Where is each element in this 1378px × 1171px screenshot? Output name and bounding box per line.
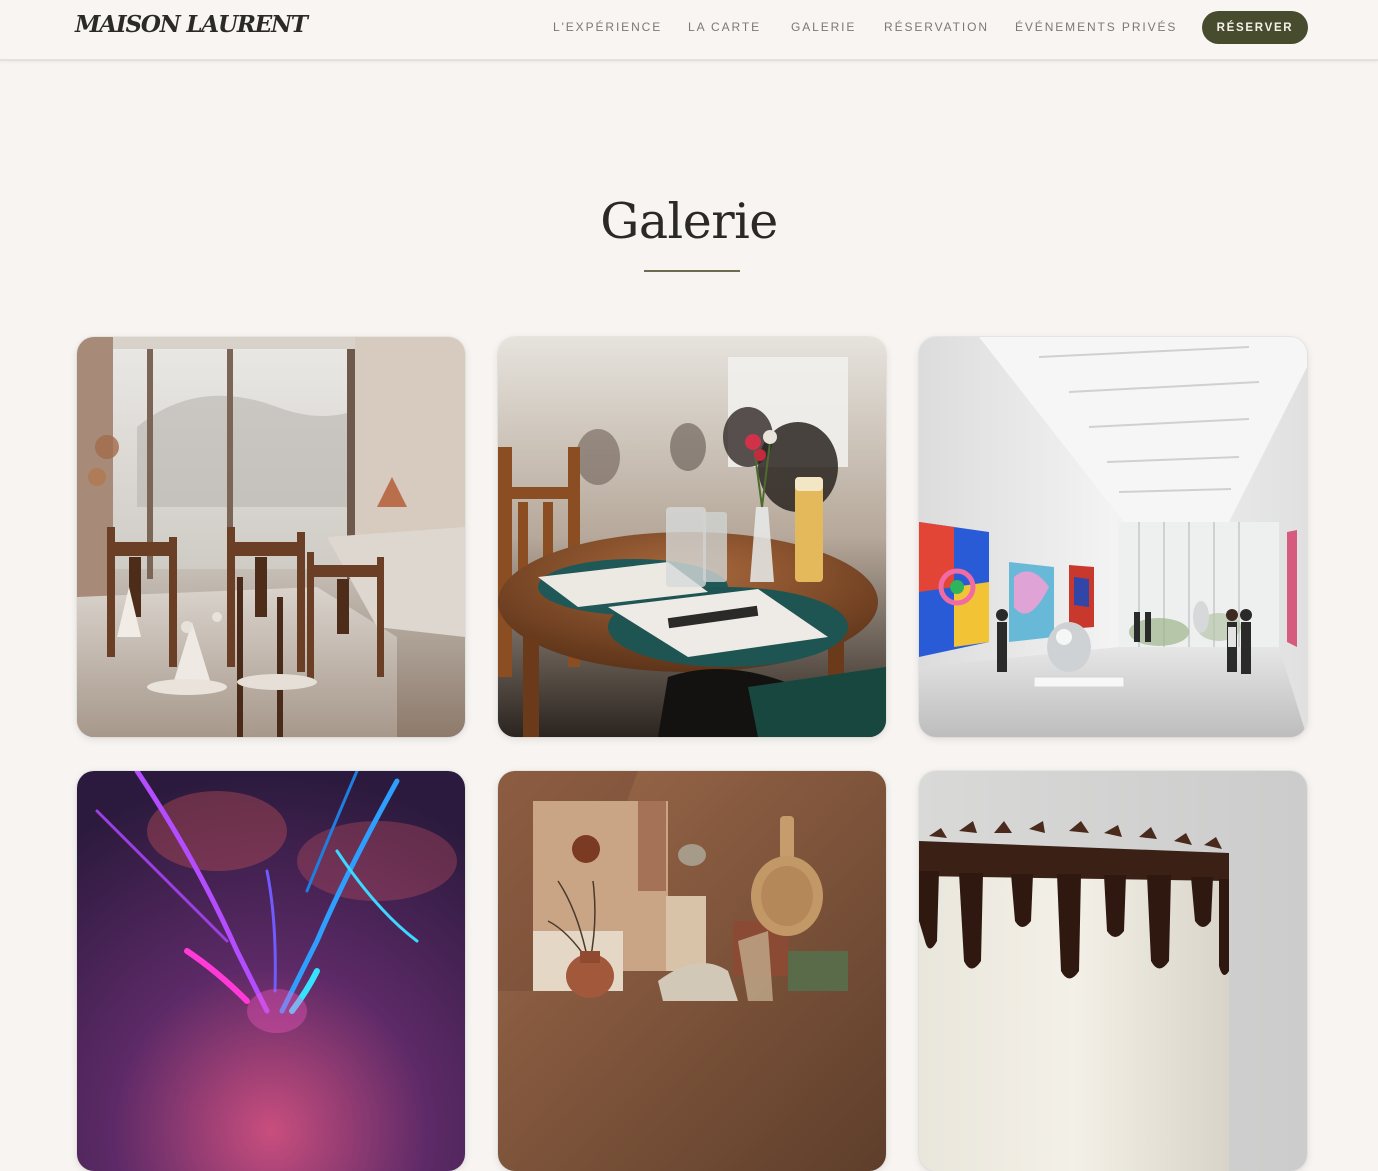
nav-link-evenements-prives[interactable]: ÉVÉNEMENTS PRIVÉS [1015,20,1177,34]
abstract-purple-blue-art-photo [77,771,465,1171]
nav-link-galerie[interactable]: GALERIE [791,20,856,34]
site-header: MAISON LAURENT L'EXPÉRIENCE LA CARTE GAL… [0,0,1378,61]
gallery-image-restaurant-dining-room[interactable] [77,337,465,737]
gallery-image-cafe-table[interactable] [498,337,886,737]
earth-tone-still-life-photo [498,771,886,1171]
gallery-image-abstract-art[interactable] [77,771,465,1171]
chocolate-drip-cake-photo [919,771,1307,1171]
site-logo[interactable]: MAISON LAURENT [75,11,308,38]
restaurant-dining-room-photo [77,337,465,737]
title-divider [644,270,740,272]
gallery-title: Galerie [600,193,778,250]
gallery-image-chocolate-cake[interactable] [919,771,1307,1171]
gallery-image-art-gallery[interactable] [919,337,1307,737]
gallery-image-still-life[interactable] [498,771,886,1171]
nav-link-experience[interactable]: L'EXPÉRIENCE [553,20,662,34]
nav-link-reservation[interactable]: RÉSERVATION [884,20,989,34]
art-gallery-interior-photo [919,337,1307,737]
reserve-button[interactable]: RÉSERVER [1202,11,1308,44]
nav-link-la-carte[interactable]: LA CARTE [688,20,761,34]
cafe-table-flowers-photo [498,337,886,737]
